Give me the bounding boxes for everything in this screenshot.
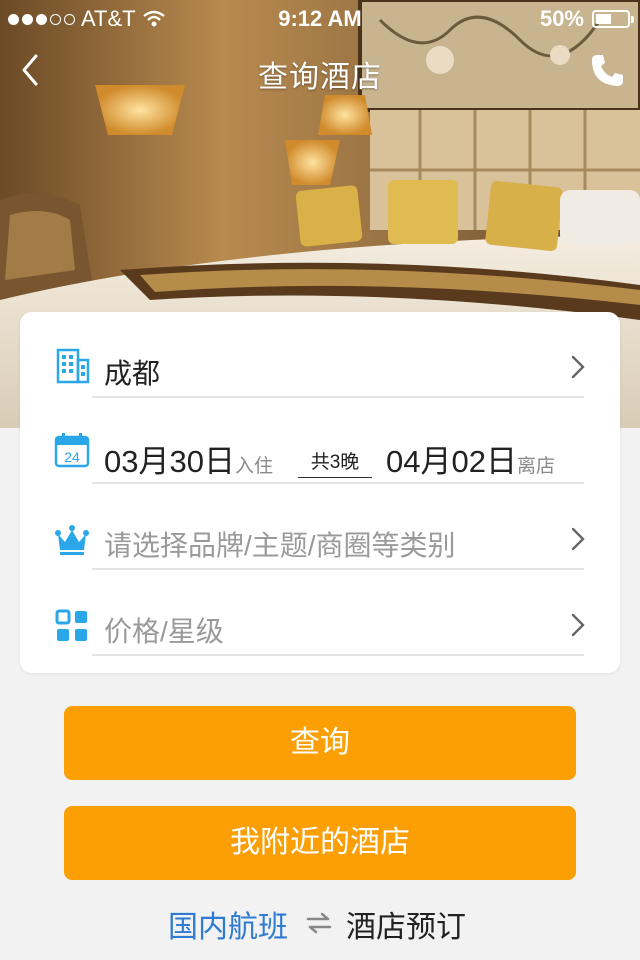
checkout-label: 离店 <box>516 456 555 477</box>
crown-icon <box>55 525 89 555</box>
calendar-day: 24 <box>64 449 80 465</box>
chevron-right-icon <box>571 527 585 551</box>
search-button[interactable]: 查询 <box>64 706 576 780</box>
battery-percent: 50% <box>539 6 584 31</box>
checkin-date: 03月30日 <box>104 444 235 479</box>
city-value: 成都 <box>104 358 161 389</box>
chevron-right-icon <box>571 355 585 379</box>
hotel-booking-label: 酒店预订 <box>346 911 466 944</box>
date-row[interactable]: 24 03月30日入住 共3晚 04月02日离店 <box>20 398 620 484</box>
nights-count: 共3晚 <box>298 447 372 478</box>
status-right: 50% <box>539 6 634 32</box>
calendar-icon: 24 <box>54 433 90 468</box>
category-placeholder: 请选择品牌/主题/商圈等类别 <box>104 530 456 561</box>
price-row[interactable]: 价格/星级 <box>20 570 620 656</box>
checkin-field[interactable]: 03月30日入住 <box>104 436 273 481</box>
checkout-field[interactable]: 04月02日离店 <box>386 436 555 481</box>
nav-bar: 查询酒店 <box>0 40 640 100</box>
phone-icon <box>592 55 623 86</box>
building-icon <box>56 348 90 384</box>
swap-arrows-icon <box>306 912 332 934</box>
checkout-date: 04月02日 <box>386 444 517 479</box>
checkin-label: 入住 <box>234 456 273 477</box>
battery-icon <box>592 10 634 28</box>
nearby-hotels-button[interactable]: 我附近的酒店 <box>64 806 576 880</box>
page-title: 查询酒店 <box>258 60 382 95</box>
hotel-search-form: 成都 24 03月30日入住 共3晚 04月02日离店 请选择品牌/主题/商圈等… <box>20 312 620 673</box>
grid-icon <box>55 609 87 641</box>
booking-mode-switch: 国内航班 酒店预订 <box>0 898 640 948</box>
chevron-right-icon <box>571 613 585 637</box>
domestic-flights-link[interactable]: 国内航班 <box>168 902 288 946</box>
city-row[interactable]: 成都 <box>20 312 620 398</box>
call-button[interactable] <box>588 52 626 90</box>
status-bar: AT&T 9:12 AM 50% <box>0 0 640 36</box>
price-placeholder: 价格/星级 <box>104 616 224 647</box>
category-row[interactable]: 请选择品牌/主题/商圈等类别 <box>20 484 620 570</box>
